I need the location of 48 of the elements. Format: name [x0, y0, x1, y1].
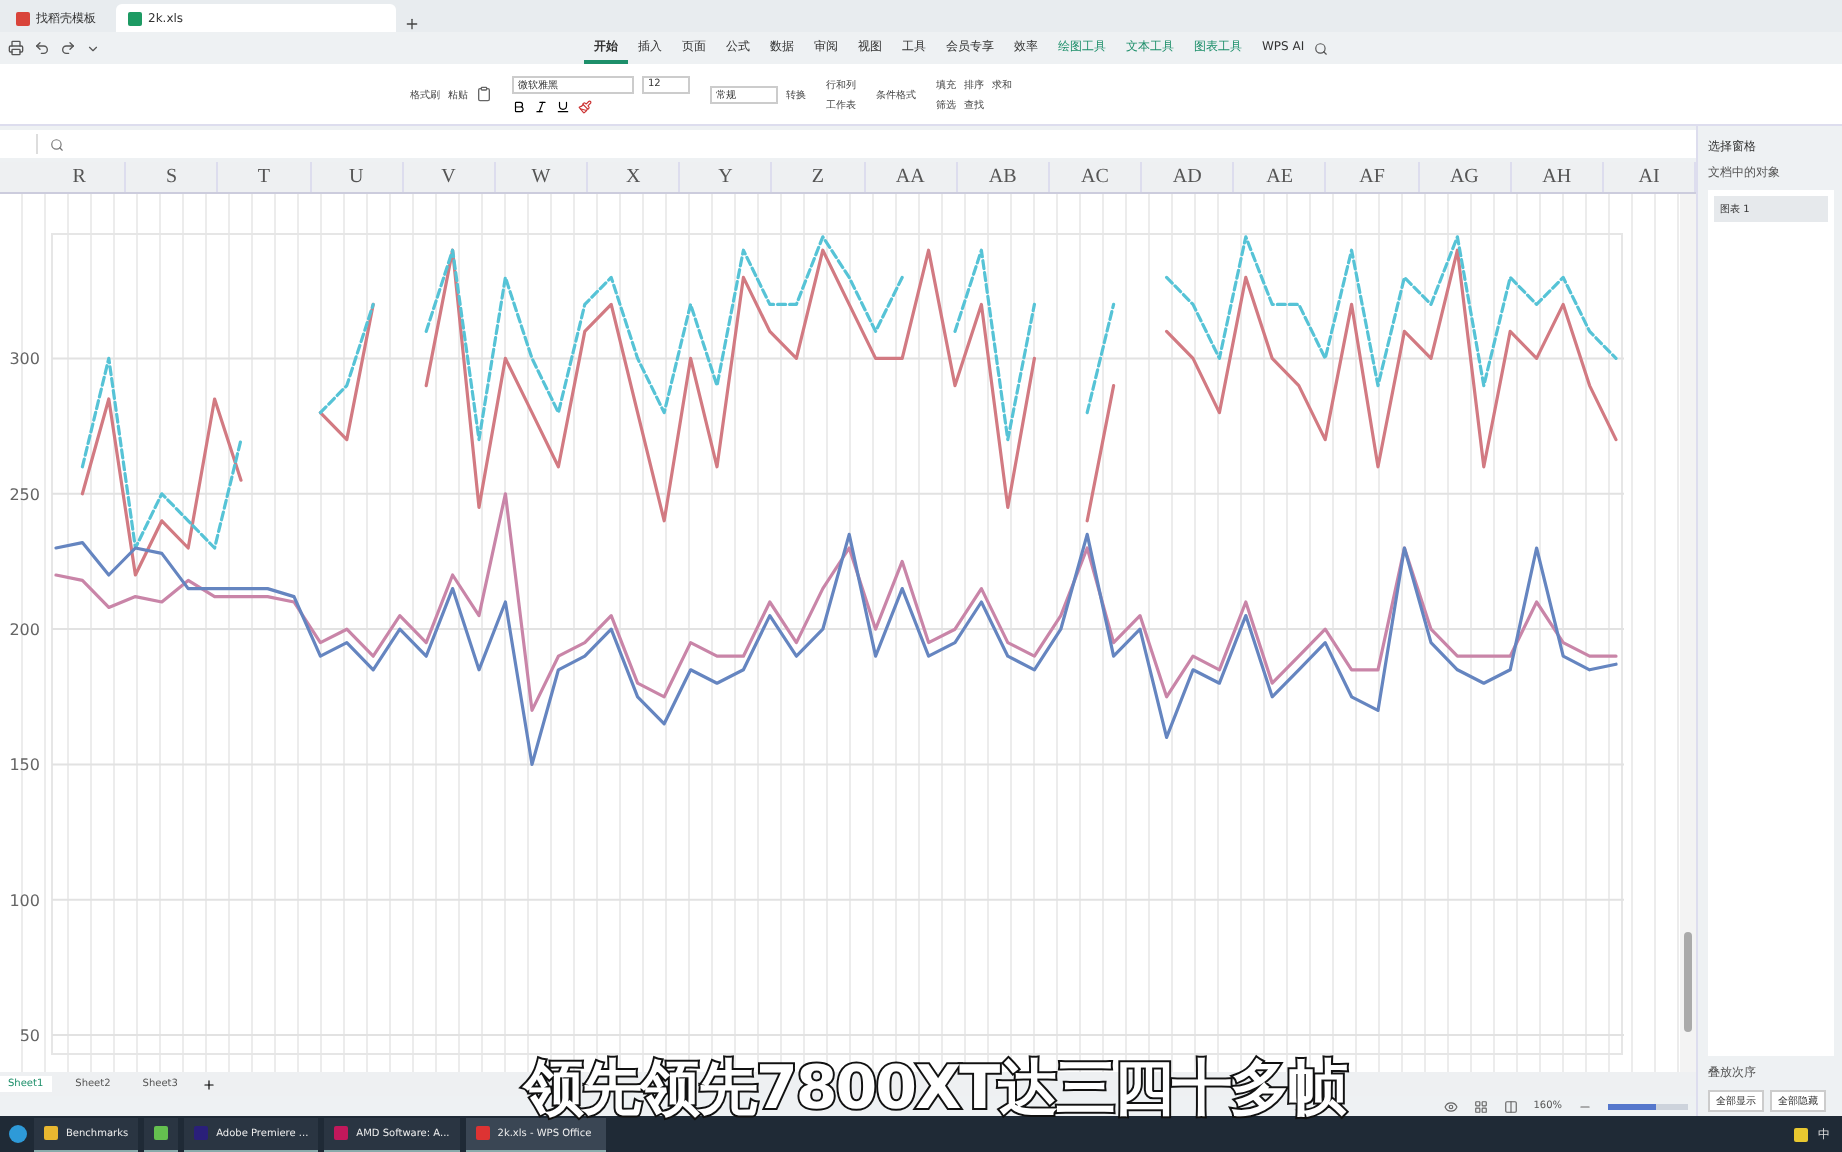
app-icon: [194, 1126, 209, 1140]
column-header[interactable]: AC: [1049, 162, 1143, 192]
column-header[interactable]: W: [495, 162, 589, 192]
column-header[interactable]: AH: [1511, 162, 1604, 192]
eye-icon[interactable]: [1443, 1099, 1458, 1113]
column-header[interactable]: R: [34, 162, 127, 192]
brush-icon[interactable]: [578, 99, 592, 113]
zoom-slider[interactable]: [1608, 1103, 1688, 1109]
axis-tick-label: 300: [9, 350, 40, 369]
column-header[interactable]: S: [126, 162, 219, 192]
axis-tick-label: 100: [9, 891, 40, 910]
underline-icon[interactable]: [556, 99, 570, 113]
axis-tick-label: 200: [9, 621, 40, 640]
taskbar-item[interactable]: [144, 1117, 179, 1151]
redo-icon[interactable]: [60, 40, 76, 56]
normal-view-icon[interactable]: [1473, 1099, 1488, 1113]
print-icon[interactable]: [8, 40, 24, 56]
column-header[interactable]: Y: [680, 162, 773, 192]
column-header[interactable]: AF: [1326, 162, 1420, 192]
column-header[interactable]: AE: [1234, 162, 1327, 192]
italic-icon[interactable]: [534, 99, 548, 113]
undo-icon[interactable]: [34, 40, 50, 56]
column-header[interactable]: Z: [772, 162, 866, 192]
axis-tick-label: 50: [19, 1027, 40, 1046]
app-icon: [334, 1126, 349, 1140]
column-header[interactable]: AD: [1142, 162, 1235, 192]
bold-icon[interactable]: [512, 99, 526, 113]
search-icon[interactable]: [1314, 41, 1329, 55]
column-header[interactable]: AB: [957, 162, 1050, 192]
column-header[interactable]: U: [311, 162, 404, 192]
scrollbar-thumb[interactable]: [1684, 932, 1692, 1032]
axis-tick-label: 150: [9, 756, 40, 775]
column-header[interactable]: AG: [1419, 162, 1512, 192]
column-header[interactable]: V: [403, 162, 496, 192]
column-header[interactable]: T: [218, 162, 312, 192]
app-icon: [154, 1126, 169, 1140]
column-header[interactable]: AA: [865, 162, 958, 192]
new-tab-icon[interactable]: [404, 16, 420, 32]
column-header[interactable]: X: [588, 162, 681, 192]
page-view-icon[interactable]: [1503, 1099, 1518, 1113]
tray-icon[interactable]: [1794, 1127, 1808, 1141]
app-icon: [475, 1126, 490, 1140]
axis-tick-label: 250: [9, 485, 40, 504]
zoom-icon[interactable]: [50, 137, 64, 151]
add-sheet-icon[interactable]: [201, 1077, 216, 1091]
dropdown-icon[interactable]: [86, 41, 100, 55]
clipboard-icon[interactable]: [476, 86, 492, 102]
app-icon: [44, 1126, 58, 1140]
